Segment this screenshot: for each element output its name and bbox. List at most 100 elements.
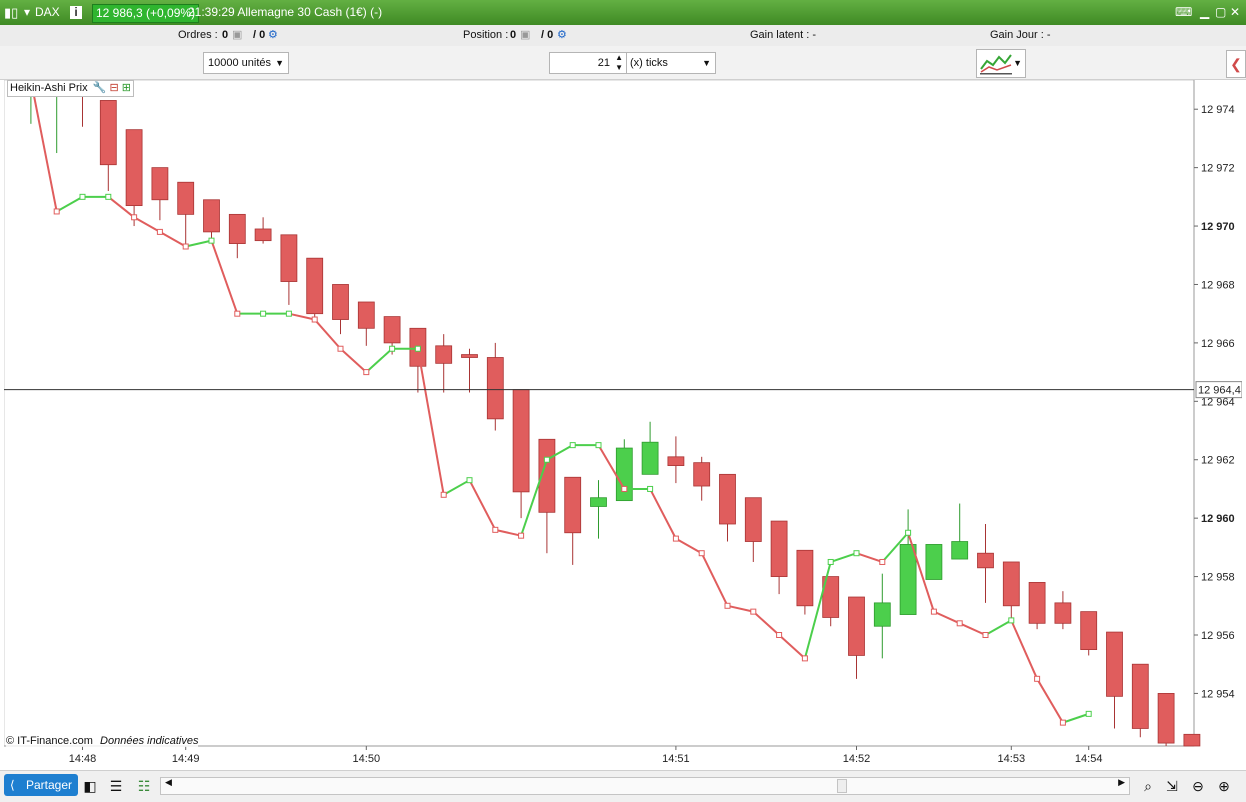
order-icon[interactable]: ▣ — [232, 25, 242, 46]
candle-body — [873, 602, 891, 627]
candle-body — [1157, 693, 1175, 744]
candle-body — [951, 541, 969, 560]
units-select[interactable]: 10000 unités ▼ — [203, 52, 289, 74]
side-panel-toggle-icon[interactable]: ❮ — [1226, 50, 1246, 78]
remove-indicator-icon[interactable]: ⊟ — [109, 82, 118, 94]
ha-line-point — [647, 485, 654, 492]
ha-line-point — [131, 214, 138, 221]
list-icon[interactable]: ☰ — [106, 776, 126, 796]
share-icon: ⟨ — [10, 778, 15, 792]
maximize-icon[interactable]: ▢ — [1215, 0, 1226, 25]
window-title: 21:39:29 Allemagne 30 Cash (1€) (-) — [188, 5, 383, 19]
candle-body — [228, 213, 246, 244]
keyboard-icon[interactable]: ⌨ — [1175, 0, 1192, 25]
y-tick-label: 12 968 — [1201, 279, 1235, 291]
ha-line-point — [1085, 710, 1092, 717]
y-tick-label: 12 966 — [1201, 338, 1235, 350]
ticks-unit-select[interactable]: (x) ticks ▼ — [626, 52, 716, 74]
y-tick-label: 12 958 — [1201, 572, 1235, 584]
minimize-icon[interactable]: ▁ — [1200, 0, 1209, 25]
wrench-icon[interactable]: 🔧 — [93, 82, 107, 94]
credit-text: © IT-Finance.com Données indicatives — [6, 735, 199, 747]
x-tick-label: 14:53 — [998, 753, 1026, 765]
ticks-stepper[interactable]: 21 ▲ ▼ — [549, 52, 627, 74]
zoom-out-icon[interactable]: ⊖ — [1188, 776, 1208, 796]
ticks-unit-value: (x) ticks — [630, 57, 668, 69]
stepper-down-icon[interactable]: ▼ — [615, 58, 623, 78]
price-badge: 12 986,3 (+0,09%) — [92, 4, 200, 23]
chevron-down-icon: ▼ — [1013, 58, 1022, 68]
x-tick-label: 14:51 — [662, 753, 690, 765]
scroll-left-icon[interactable]: ◀ — [165, 777, 172, 788]
x-tick-label: 14:52 — [843, 753, 871, 765]
ha-line-point — [776, 632, 783, 638]
ha-line-point — [879, 558, 886, 565]
scroll-right-icon[interactable]: ▶ — [1118, 777, 1125, 788]
candle-body — [280, 234, 298, 282]
candle-body — [744, 497, 762, 542]
add-indicator-icon[interactable]: ⊞ — [122, 82, 131, 94]
ha-line-point — [182, 243, 189, 250]
credit-note: Données indicatives — [100, 735, 199, 747]
indicator-list-icon[interactable]: ☷ — [134, 776, 154, 796]
gear-icon[interactable]: ⚙ — [557, 25, 567, 46]
chevron-down-icon: ▼ — [702, 58, 711, 68]
candle-body — [306, 257, 324, 315]
zoom-in-icon[interactable]: ⊕ — [1214, 776, 1234, 796]
ha-line-point — [440, 491, 447, 498]
candle-body — [332, 284, 349, 320]
candle-body — [1002, 561, 1020, 607]
candle-body — [977, 552, 994, 569]
candle-body — [693, 462, 711, 487]
position-value-2: / 0 — [541, 29, 554, 41]
scroll-thumb[interactable] — [837, 779, 847, 793]
ha-line-point — [389, 345, 396, 352]
symbol-label[interactable]: DAX — [35, 0, 60, 25]
candle-body — [383, 316, 401, 344]
y-tick-label: 12 970 — [1201, 221, 1235, 233]
dropdown-arrow-icon[interactable]: ▾ — [24, 0, 30, 25]
candle-body — [925, 544, 943, 580]
gain-latent: Gain latent : - — [750, 29, 817, 41]
ha-line-point — [260, 310, 267, 317]
candle — [796, 549, 814, 615]
close-icon[interactable]: ✕ — [1230, 0, 1240, 25]
info-bar: Ordres : 0 ▣ / 0 ⚙ Position : 0 ▣ / 0 ⚙ … — [0, 25, 1246, 47]
price-chart[interactable]: 12 97412 97212 97012 96812 96612 96412 9… — [3, 77, 1243, 770]
info-icon[interactable]: i — [70, 6, 82, 19]
title-bar: ▮▯ ▾ DAX i 12 986,3 (+0,09%) 21:39:29 Al… — [0, 0, 1246, 25]
zoom-fit-icon[interactable]: ⌕ — [1138, 776, 1158, 796]
candle-body — [486, 357, 504, 420]
ha-line-point — [905, 529, 912, 536]
share-button[interactable]: ⟨ Partager — [4, 774, 79, 796]
candle-body — [1028, 582, 1046, 624]
ha-line-point — [208, 237, 215, 244]
candle-body — [512, 389, 530, 493]
view-mode-icon[interactable]: ◧ — [80, 776, 100, 796]
zoom-range-icon[interactable]: ⇲ — [1162, 776, 1182, 796]
chart-style-select[interactable]: ▼ — [976, 49, 1026, 78]
y-tick-label: 12 960 — [1201, 513, 1235, 525]
indicator-heading[interactable]: Heikin-Ashi Prix 🔧 ⊟ ⊞ — [7, 80, 134, 97]
candle-body — [848, 596, 865, 656]
candle-body — [461, 354, 478, 358]
x-tick-label: 14:50 — [353, 753, 381, 765]
ha-line-point — [105, 193, 112, 200]
candle — [1028, 582, 1046, 630]
chart-area[interactable]: 12 974 12 972 12 970 12 968 12 966 12 964 12 9… — [3, 77, 1243, 770]
candle-body — [203, 199, 220, 233]
ha-line-point — [853, 550, 860, 557]
gear-icon[interactable]: ⚙ — [268, 25, 278, 46]
candle-body — [564, 476, 582, 534]
ha-line-point — [982, 632, 989, 638]
ha-line-point — [621, 485, 628, 492]
candle-body — [796, 549, 814, 607]
candle-body — [641, 441, 659, 475]
candle-body — [357, 301, 375, 329]
candle-body — [151, 167, 169, 201]
candle — [306, 257, 324, 317]
plot-background — [3, 79, 1195, 747]
position-icon[interactable]: ▣ — [520, 25, 530, 46]
horizontal-scrollbar[interactable]: ◀ ▶ — [160, 777, 1130, 795]
candle-body — [770, 520, 788, 577]
